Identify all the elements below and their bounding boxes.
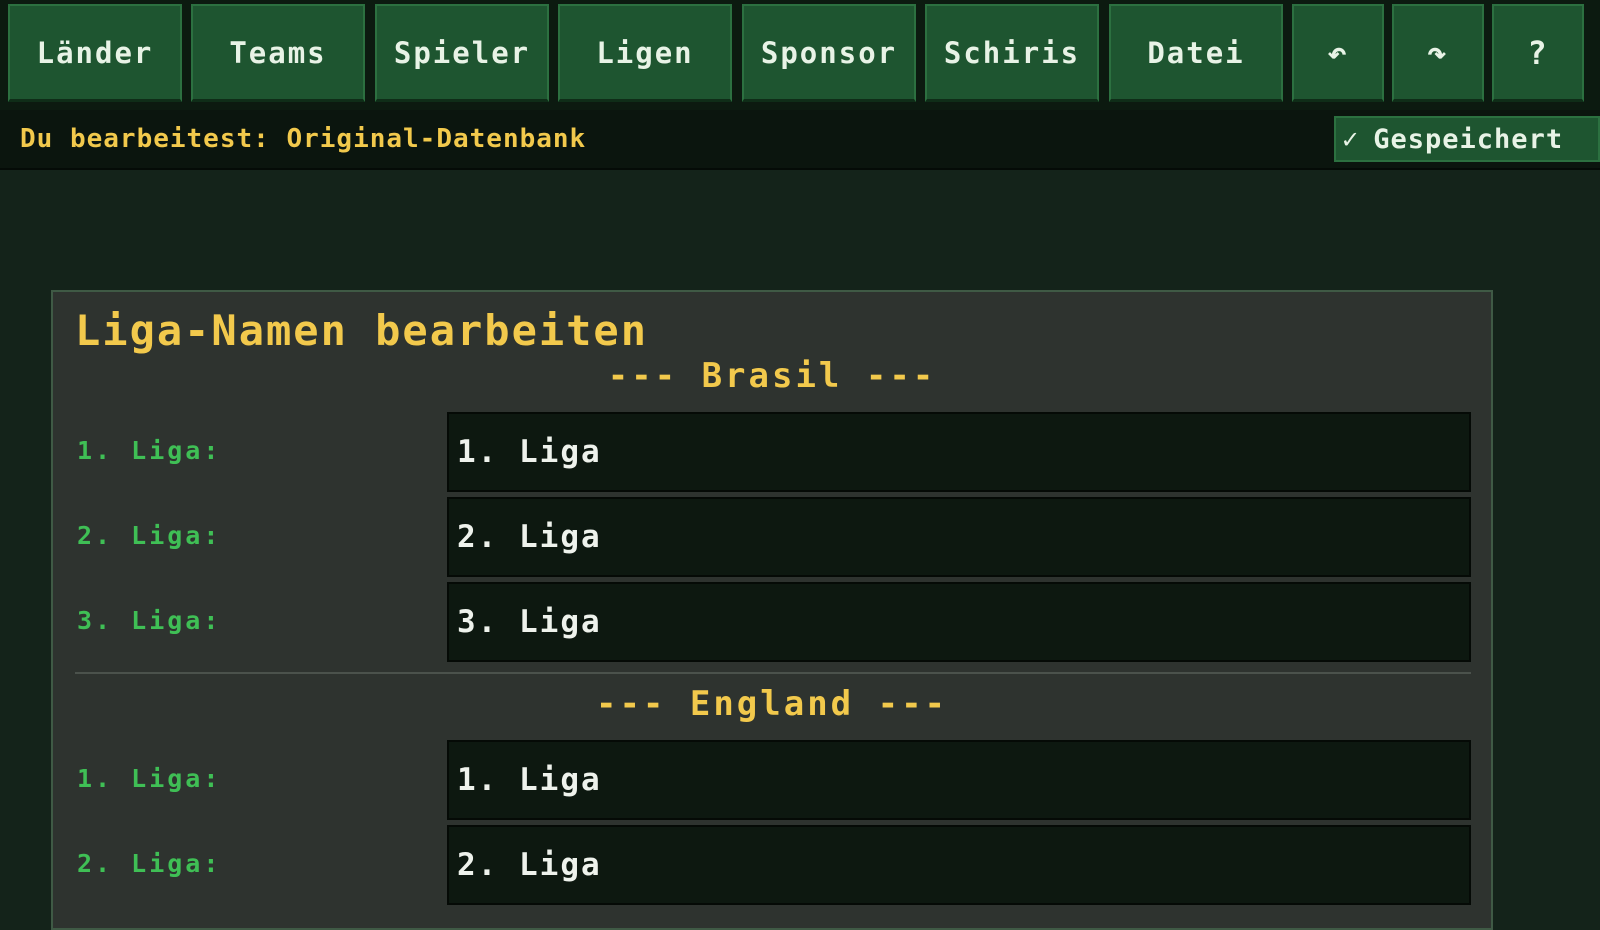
nav-button-label: Ligen — [596, 35, 694, 70]
league-name-input-england-2[interactable] — [447, 825, 1471, 905]
league-row-label: 2. Liga: — [77, 849, 222, 878]
section-header-england: --- England --- — [595, 684, 949, 724]
nav-button-label: Schiris — [943, 35, 1081, 70]
nav-button-datei[interactable]: Datei — [1109, 4, 1283, 102]
league-name-input-england-1[interactable] — [447, 740, 1471, 820]
nav-button-label: Sponsor — [760, 35, 898, 70]
nav-button-spieler[interactable]: Spieler — [375, 4, 549, 102]
section-divider — [75, 672, 1471, 674]
nav-button-label: Datei — [1147, 35, 1245, 70]
editing-database-text: Du bearbeitest: Original-Datenbank — [20, 124, 587, 154]
league-name-input-brasil-1[interactable] — [447, 412, 1471, 492]
league-row-label: 3. Liga: — [77, 606, 222, 635]
league-row-label: 2. Liga: — [77, 521, 222, 550]
undo-button[interactable]: ↶ — [1292, 4, 1384, 102]
nav-button-schiris[interactable]: Schiris — [925, 4, 1099, 102]
help-button[interactable]: ? — [1492, 4, 1584, 102]
undo-icon: ↶ — [1327, 33, 1349, 72]
nav-button-label: Länder — [36, 35, 154, 70]
nav-button-teams[interactable]: Teams — [191, 4, 365, 102]
nav-button-laender[interactable]: Länder — [8, 4, 182, 102]
redo-button[interactable]: ↷ — [1392, 4, 1484, 102]
nav-button-sponsor[interactable]: Sponsor — [742, 4, 916, 102]
saved-status-badge: ✓ Gespeichert — [1334, 116, 1600, 162]
nav-button-ligen[interactable]: Ligen — [558, 4, 732, 102]
redo-icon: ↷ — [1427, 33, 1449, 72]
panel-title: Liga-Namen bearbeiten — [75, 306, 649, 355]
help-icon: ? — [1527, 33, 1549, 72]
top-navigation-bar: Länder Teams Spieler Ligen Sponsor Schir… — [0, 0, 1600, 110]
league-names-panel: Liga-Namen bearbeiten --- Brasil --- 1. … — [51, 290, 1493, 930]
checkmark-icon: ✓ — [1342, 123, 1360, 155]
league-name-input-brasil-2[interactable] — [447, 497, 1471, 577]
saved-status-label: Gespeichert — [1373, 123, 1564, 155]
league-row-label: 1. Liga: — [77, 436, 222, 465]
league-row-label: 1. Liga: — [77, 764, 222, 793]
league-name-input-brasil-3[interactable] — [447, 582, 1471, 662]
section-header-brasil: --- Brasil --- — [607, 356, 937, 396]
nav-button-label: Spieler — [393, 35, 531, 70]
nav-button-label: Teams — [229, 35, 327, 70]
